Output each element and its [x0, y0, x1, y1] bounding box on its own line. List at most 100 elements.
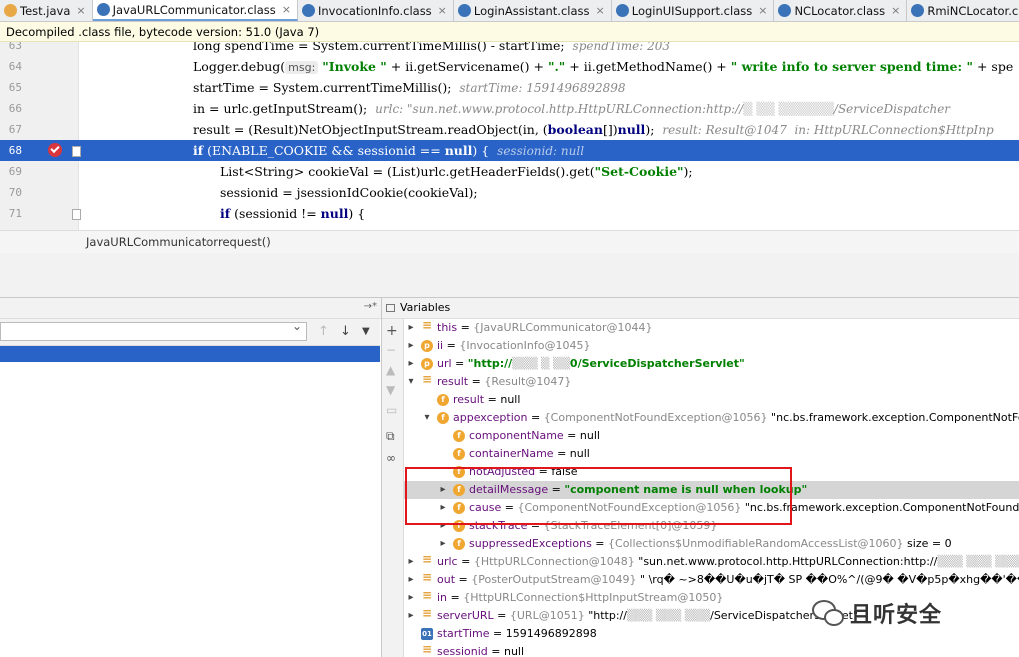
tab-3[interactable]: LoginAssistant.class × — [454, 0, 612, 21]
file-icon — [96, 3, 110, 16]
variable-value: null — [579, 429, 600, 442]
close-tab-icon[interactable]: × — [438, 4, 447, 17]
line-number: 63 — [8, 42, 22, 52]
fold-marker-icon[interactable] — [72, 209, 81, 220]
code-part: + ii.getMethodName() + — [565, 59, 731, 74]
variable-value: {InvocationInfo@1045} — [459, 339, 591, 352]
field-icon: f — [453, 448, 465, 460]
variable-row-this[interactable]: ▸ ≡ this = {JavaURLCommunicator@1044} — [404, 319, 1019, 337]
variable-text: this = {JavaURLCommunicator@1044} — [437, 319, 653, 337]
fold-marker-icon[interactable] — [72, 146, 81, 157]
close-tab-icon[interactable]: × — [891, 4, 900, 17]
variable-text: suppressedExceptions = {Collections$Unmo… — [469, 535, 952, 553]
variable-extra: " \rq� ~>8��U�u�jT� SP ��O%^/(@9� �V�p5p… — [640, 573, 1019, 586]
variable-row-sessionid[interactable]: ≡ sessionid = null — [404, 643, 1019, 657]
equals-sign: = — [493, 609, 510, 622]
copy-icon[interactable]: ⧉ — [386, 429, 395, 444]
tab-4[interactable]: LoginUISupport.class × — [612, 0, 775, 21]
code-editor[interactable]: 63 long spendTime = System.currentTimeMi… — [0, 42, 1019, 230]
code-part: (sessionid != — [230, 206, 321, 221]
variable-row-componentName[interactable]: f componentName = null — [404, 427, 1019, 445]
tab-6[interactable]: RmiNCLocator.class× — [907, 0, 1019, 21]
expand-arrow-icon[interactable]: ▸ — [406, 553, 416, 571]
duplicate-watch-icon[interactable]: ▭ — [386, 403, 397, 417]
remove-watch-icon[interactable]: − — [386, 343, 396, 357]
variable-value: {ComponentNotFoundException@1056} — [543, 411, 768, 424]
variable-row-containerName[interactable]: f containerName = null — [404, 445, 1019, 463]
variable-name: appexception — [453, 411, 528, 424]
tab-label: LoginUISupport.class — [631, 3, 753, 18]
variable-row-result[interactable]: f result = null — [404, 391, 1019, 409]
code-line-71[interactable]: 71 if (sessionid != null) { — [0, 203, 1019, 224]
pin-icon[interactable]: →* — [364, 301, 377, 312]
selected-frame[interactable] — [0, 346, 380, 362]
variable-name: componentName — [469, 429, 564, 442]
expand-arrow-icon[interactable]: ▸ — [406, 607, 416, 625]
line-number: 69 — [8, 165, 22, 178]
collapse-arrow-icon[interactable]: ▾ — [422, 409, 432, 427]
variable-row-appexception[interactable]: ▾ f appexception = {ComponentNotFoundExcep… — [404, 409, 1019, 427]
new-watch-icon[interactable]: + — [386, 323, 398, 339]
variable-name: result — [453, 393, 485, 406]
expand-arrow-icon[interactable]: ▸ — [406, 571, 416, 589]
variable-row-ii[interactable]: ▸ p ii = {InvocationInfo@1045} — [404, 337, 1019, 355]
thread-dropdown[interactable] — [0, 319, 307, 341]
expand-arrow-icon[interactable]: ▸ — [438, 535, 448, 553]
breadcrumb-method[interactable]: request() — [218, 231, 271, 253]
tab-5[interactable]: NCLocator.class × — [774, 0, 908, 21]
move-down-icon[interactable]: ▼ — [386, 383, 395, 397]
code-line-63[interactable]: 63 long spendTime = System.currentTimeMi… — [0, 42, 1019, 56]
code-line-63-text: long spendTime = System.currentTimeMilli… — [193, 42, 565, 53]
filter-icon[interactable]: ▼ — [362, 326, 370, 337]
variable-row-out[interactable]: ▸ ≡ out = {PosterOutputStream@1049} " \rq�… — [404, 571, 1019, 589]
code-text: if (ENABLE_COOKIE && sessionid == null) … — [193, 140, 584, 162]
breadcrumb: JavaURLCommunicator › request() — [0, 230, 1019, 254]
frame-down-icon[interactable]: ↓ — [340, 324, 351, 339]
variable-value: {Collections$UnmodifiableRandomAccessLis… — [608, 537, 904, 550]
expand-arrow-icon[interactable]: ▸ — [406, 337, 416, 355]
variable-value: "http:// — [467, 357, 513, 370]
variable-row-urlc[interactable]: ▸ ≡ urlc = {HttpURLConnection@1048} "sun.n… — [404, 553, 1019, 571]
code-line-65[interactable]: 65 startTime = System.currentTimeMillis(… — [0, 77, 1019, 98]
field-icon: f — [453, 430, 465, 442]
expand-arrow-icon[interactable]: ▸ — [406, 355, 416, 373]
line-number: 71 — [8, 207, 22, 220]
tab-0[interactable]: Test.java × — [0, 0, 93, 21]
equals-sign: = — [451, 357, 468, 370]
breakpoint-icon[interactable] — [48, 143, 62, 157]
inline-hint: spendTime: 203 — [572, 42, 670, 53]
variable-text: appexception = {ComponentNotFoundExcepti… — [453, 409, 1019, 427]
show-watches-icon[interactable]: ∞ — [386, 451, 396, 465]
variable-value-end: 0/ServiceDispatcherServlet" — [569, 357, 745, 370]
tab-1[interactable]: JavaURLCommunicator.class × — [92, 0, 298, 21]
frame-up-icon[interactable]: ↑ — [318, 324, 329, 339]
expand-arrow-icon[interactable]: ▸ — [406, 589, 416, 607]
code-line-67[interactable]: 67 result = (Result)NetObjectInputStream… — [0, 119, 1019, 140]
code-line-70[interactable]: 70 sessionid = jsessionIdCookie(cookieVa… — [0, 182, 1019, 203]
equals-sign: = — [457, 555, 474, 568]
file-icon — [457, 4, 471, 17]
collapse-arrow-icon[interactable]: ▾ — [406, 373, 416, 391]
close-tab-icon[interactable]: × — [596, 4, 605, 17]
tab-label: LoginAssistant.class — [473, 3, 590, 18]
code-line-64[interactable]: 64 Logger.debug(msg: "Invoke " + ii.getS… — [0, 56, 1019, 77]
variables-icon — [386, 304, 395, 312]
code-line-69[interactable]: 69 List<String> cookieVal = (List)urlc.g… — [0, 161, 1019, 182]
code-line-66[interactable]: 66 in = urlc.getInputStream(); urlc: "su… — [0, 98, 1019, 119]
variable-row-result[interactable]: ▾ ≡ result = {Result@1047} — [404, 373, 1019, 391]
code-line-68-current[interactable]: 68 if (ENABLE_COOKIE && sessionid == nul… — [0, 140, 1019, 161]
variable-row-url[interactable]: ▸ p url = "http://▒▒▒ ▒ ▒▒0/ServiceDispatc… — [404, 355, 1019, 373]
breadcrumb-class[interactable]: JavaURLCommunicator — [86, 231, 218, 253]
move-up-icon[interactable]: ▲ — [386, 363, 395, 377]
close-tab-icon[interactable]: × — [758, 4, 767, 17]
local-variable-icon: ≡ — [421, 319, 433, 332]
inline-hint: result: Result@1047 in: HttpURLConnectio… — [662, 123, 994, 137]
variable-row-suppressedExceptions[interactable]: ▸ f suppressedExceptions = {Collections$Un… — [404, 535, 1019, 553]
expand-arrow-icon[interactable]: ▸ — [406, 319, 416, 337]
equals-sign: = — [468, 375, 485, 388]
variable-value: {JavaURLCommunicator@1044} — [473, 321, 653, 334]
close-tab-icon[interactable]: × — [76, 4, 85, 17]
variable-value: null — [569, 447, 590, 460]
tab-2[interactable]: InvocationInfo.class × — [298, 0, 454, 21]
close-tab-icon[interactable]: × — [282, 3, 291, 16]
